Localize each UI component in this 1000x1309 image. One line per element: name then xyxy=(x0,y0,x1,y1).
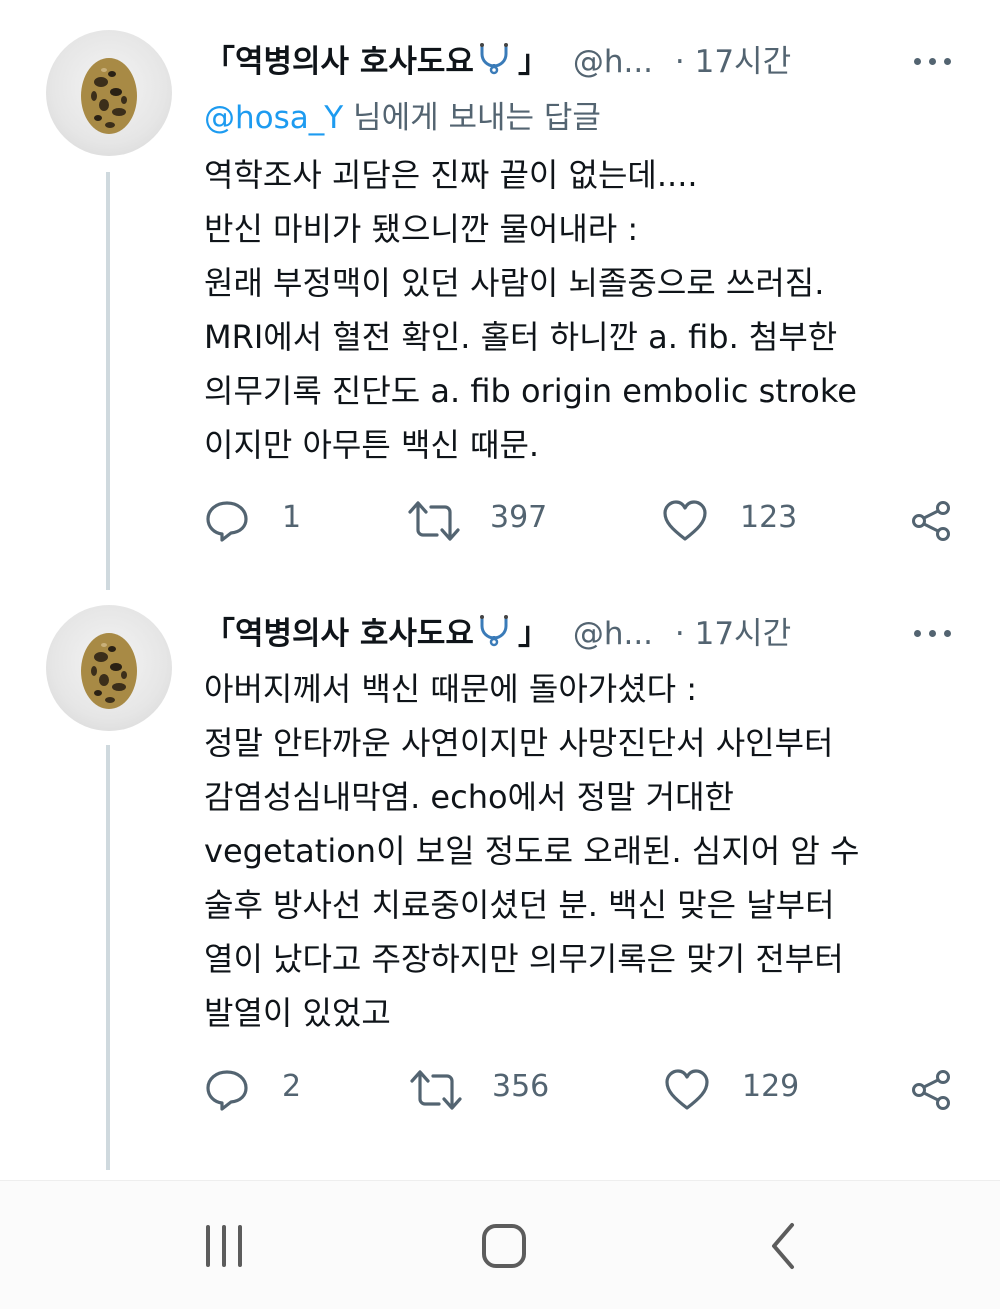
reply-to-line: @hosa_Y 님에게 보내는 답글 xyxy=(204,92,601,137)
like-count: 123 xyxy=(740,500,798,535)
tweet-line: 의무기록 진단도 a. fib origin embolic stroke xyxy=(204,372,857,410)
retweet-count: 397 xyxy=(490,500,548,535)
like-button[interactable]: 129 xyxy=(664,1065,824,1115)
more-options-icon[interactable] xyxy=(914,608,954,654)
recent-apps-button[interactable] xyxy=(196,1221,256,1271)
tweet-line: 열이 났다고 주장하지만 의무기록은 맞기 전부터 xyxy=(204,940,844,978)
reply-to-text: 님에게 보내는 답글 xyxy=(343,100,601,136)
author-name[interactable]: 「역병의사 호사도요 xyxy=(204,616,474,652)
egg-avatar-icon xyxy=(81,58,137,134)
tweet-line: 감염성심내막염. echo에서 정말 거대한 xyxy=(204,778,734,816)
author-name-end: 」 xyxy=(517,616,549,652)
reply-mention[interactable]: @hosa_Y xyxy=(204,100,343,136)
egg-avatar-icon xyxy=(81,633,137,709)
reply-count: 2 xyxy=(282,1069,302,1104)
retweet-icon xyxy=(410,1070,462,1110)
retweet-count: 356 xyxy=(492,1069,550,1104)
tweet-line: 아버지께서 백신 때문에 돌아가셨다 : xyxy=(204,670,698,708)
avatar[interactable] xyxy=(46,605,172,731)
tweet-line: vegetation이 보일 정도로 오래된. 심지어 암 수 xyxy=(204,832,860,870)
like-count: 129 xyxy=(742,1069,800,1104)
tweet-text: 역학조사 괴담은 진짜 끝이 없는데.... 반신 마비가 됐으니깐 물어내라 … xyxy=(204,148,964,472)
more-options-icon[interactable] xyxy=(914,36,954,82)
tweet-header: 「역병의사 호사도요 」 @h... · 17시간 xyxy=(204,36,791,82)
tweet-line: 술후 방사선 치료중이셨던 분. 백신 맞은 날부터 xyxy=(204,886,835,924)
tweet-actions: 1 397 123 xyxy=(0,496,1000,546)
retweet-button[interactable]: 356 xyxy=(410,1065,570,1115)
back-button[interactable] xyxy=(752,1221,812,1271)
tweet-line: 반신 마비가 됐으니깐 물어내라 : xyxy=(204,210,639,248)
retweet-icon xyxy=(408,501,460,541)
share-button[interactable] xyxy=(910,1065,954,1115)
share-button[interactable] xyxy=(910,496,954,546)
author-handle[interactable]: @h... xyxy=(573,44,653,80)
author-name-end: 」 xyxy=(517,44,549,80)
home-button[interactable] xyxy=(474,1221,534,1271)
tweet-line: 정말 안타까운 사연이지만 사망진단서 사인부터 xyxy=(204,724,834,762)
system-navigation-bar xyxy=(0,1180,1000,1309)
tweet-line: 역학조사 괴담은 진짜 끝이 없는데.... xyxy=(204,156,698,194)
reply-count: 1 xyxy=(282,500,302,535)
back-icon xyxy=(772,1223,794,1269)
reply-button[interactable]: 2 xyxy=(204,1065,324,1115)
author-handle[interactable]: @h... xyxy=(573,616,653,652)
home-icon xyxy=(482,1224,526,1268)
share-icon xyxy=(912,1070,950,1110)
recent-apps-icon xyxy=(206,1225,242,1267)
like-icon xyxy=(663,500,707,541)
retweet-button[interactable]: 397 xyxy=(408,496,568,546)
tweet-line: 발열이 있었고 xyxy=(204,994,391,1032)
tweet-header: 「역병의사 호사도요 」 @h... · 17시간 xyxy=(204,608,791,654)
share-icon xyxy=(912,501,950,541)
reply-button[interactable]: 1 xyxy=(204,496,324,546)
like-icon xyxy=(665,1069,709,1110)
tweet-text: 아버지께서 백신 때문에 돌아가셨다 : 정말 안타까운 사연이지만 사망진단서… xyxy=(204,662,964,1040)
reply-icon xyxy=(206,501,248,542)
author-name[interactable]: 「역병의사 호사도요 xyxy=(204,44,474,80)
tweet-actions: 2 356 129 xyxy=(0,1065,1000,1115)
reply-icon xyxy=(206,1070,248,1111)
tweet-line: 원래 부정맥이 있던 사람이 뇌졸중으로 쓰러짐. xyxy=(204,264,825,302)
tweet-time[interactable]: · 17시간 xyxy=(675,44,791,80)
stethoscope-icon xyxy=(476,42,516,84)
stethoscope-icon xyxy=(476,614,516,656)
like-button[interactable]: 123 xyxy=(662,496,822,546)
tweet-time[interactable]: · 17시간 xyxy=(675,616,791,652)
tweet-line: MRI에서 혈전 확인. 홀터 하니깐 a. fib. 첨부한 xyxy=(204,318,838,356)
avatar[interactable] xyxy=(46,30,172,156)
tweet-line: 이지만 아무튼 백신 때문. xyxy=(204,426,540,464)
